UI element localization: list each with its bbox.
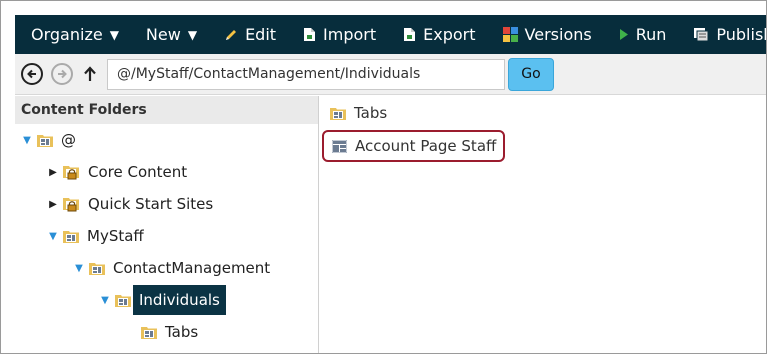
- folder-icon: [63, 229, 79, 243]
- folder-icon: [141, 325, 157, 339]
- tree-item-label: Tabs: [165, 323, 199, 341]
- panel-header: Content Folders: [15, 96, 318, 124]
- content-item-label: Account Page Staff: [355, 137, 497, 155]
- export-button[interactable]: Export: [403, 15, 476, 54]
- export-icon: [403, 27, 416, 42]
- tree-item-root[interactable]: ▼ @: [21, 126, 76, 154]
- play-icon: [619, 28, 629, 41]
- main-toolbar: Organize ▼ New ▼ Edit Import Export Vers…: [15, 15, 766, 54]
- address-bar: Go: [15, 54, 766, 95]
- expanded-toggle-icon[interactable]: ▼: [73, 263, 85, 274]
- new-menu-button[interactable]: New ▼: [146, 15, 197, 54]
- folder-icon: [115, 293, 131, 307]
- content-folders-panel: Content Folders ▼ @ ▶ Core Content ▶ Qui…: [15, 96, 319, 353]
- expanded-toggle-icon[interactable]: ▼: [99, 295, 111, 306]
- arrow-up-icon: [84, 66, 96, 81]
- caret-down-icon: ▼: [109, 27, 119, 42]
- edit-button[interactable]: Edit: [224, 15, 276, 54]
- import-icon: [303, 27, 316, 42]
- tree-item-mystaff[interactable]: ▼ MyStaff: [47, 222, 144, 250]
- folder-icon: [330, 106, 346, 120]
- organize-label: Organize: [31, 25, 103, 44]
- publish-label: Publish: [716, 25, 766, 44]
- versions-icon: [502, 27, 518, 42]
- page-layout-icon: [332, 139, 347, 153]
- tree-item-label: ContactManagement: [113, 259, 271, 277]
- export-label: Export: [423, 25, 476, 44]
- tree-item-core-content[interactable]: ▶ Core Content: [47, 158, 187, 186]
- arrow-right-icon: [58, 69, 67, 79]
- content-item-label: Tabs: [354, 104, 388, 122]
- content-item-account-page-staff[interactable]: Account Page Staff: [322, 130, 506, 162]
- tree-item-label: Individuals: [133, 285, 226, 315]
- import-label: Import: [323, 25, 377, 44]
- tree-item-contactmanagement[interactable]: ▼ ContactManagement: [73, 254, 270, 282]
- tree-item-individuals[interactable]: ▼ Individuals: [99, 285, 226, 315]
- organize-menu-button[interactable]: Organize ▼: [31, 15, 119, 54]
- tree-item-quick-start-sites[interactable]: ▶ Quick Start Sites: [47, 190, 213, 218]
- edit-label: Edit: [245, 25, 277, 44]
- caret-down-icon: ▼: [187, 27, 198, 42]
- tree-item-label: @: [61, 131, 76, 149]
- content-item-tabs[interactable]: Tabs: [330, 98, 387, 128]
- folder-icon: [37, 133, 53, 147]
- pencil-icon: [224, 28, 238, 42]
- collapsed-toggle-icon[interactable]: ▶: [47, 199, 59, 210]
- import-button[interactable]: Import: [303, 15, 376, 54]
- tree-item-label: Quick Start Sites: [88, 195, 214, 213]
- forward-button[interactable]: [51, 63, 73, 85]
- collapsed-toggle-icon[interactable]: ▶: [47, 167, 59, 178]
- publish-button[interactable]: Publish: [693, 15, 766, 54]
- versions-label: Versions: [524, 25, 592, 44]
- versions-button[interactable]: Versions: [502, 15, 592, 54]
- locked-folder-icon: [63, 164, 80, 180]
- run-button[interactable]: Run: [619, 15, 667, 54]
- run-label: Run: [635, 25, 667, 44]
- publish-icon: [693, 27, 709, 42]
- new-label: New: [145, 25, 181, 44]
- tree-item-label: MyStaff: [87, 227, 144, 245]
- up-level-button[interactable]: [81, 66, 99, 82]
- folder-icon: [89, 261, 105, 275]
- back-button[interactable]: [21, 63, 43, 85]
- expanded-toggle-icon[interactable]: ▼: [21, 135, 33, 146]
- path-input[interactable]: [107, 58, 505, 90]
- expanded-toggle-icon[interactable]: ▼: [47, 231, 59, 242]
- locked-folder-icon: [63, 196, 80, 212]
- tree-item-tabs[interactable]: Tabs: [141, 318, 198, 346]
- go-button[interactable]: Go: [508, 57, 554, 91]
- app-frame: Organize ▼ New ▼ Edit Import Export Vers…: [0, 0, 767, 354]
- folder-contents-panel: Tabs Account Page Staff: [321, 96, 766, 353]
- tree-item-label: Core Content: [88, 163, 188, 181]
- arrow-left-icon: [27, 69, 36, 79]
